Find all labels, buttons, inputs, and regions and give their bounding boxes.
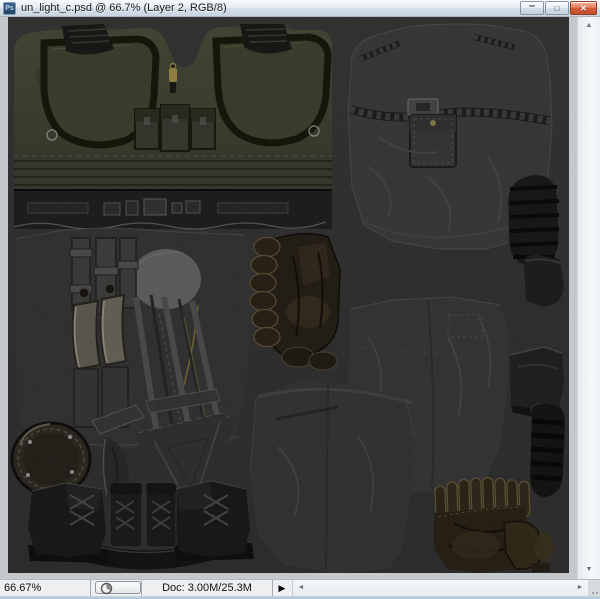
window-title: un_light_c.psd @ 66.7% (Layer 2, RGB/8) [21,2,227,14]
maximize-icon: □ [554,4,560,13]
texture-atlas-image [8,17,569,573]
close-button[interactable]: ✕ [570,1,597,15]
minimize-button[interactable]: – [520,1,544,15]
document-status-icon [100,582,113,595]
texture-grain-overlay [8,17,569,573]
scroll-left-icon[interactable]: ◄ [294,580,308,596]
document-canvas[interactable] [8,17,569,573]
document-status-button[interactable] [95,581,141,595]
vertical-scrollbar[interactable]: ▲ ▼ [577,17,600,579]
scroll-up-icon[interactable]: ▲ [578,20,600,32]
statusbar-divider [90,580,91,596]
scroll-right-icon[interactable]: ► [573,580,587,596]
resize-grip[interactable] [588,580,600,596]
zoom-level-field[interactable]: 66.67% [0,580,90,596]
statusbar-menu-button[interactable]: ▶ [274,580,290,596]
window-controls: – □ ✕ [520,1,597,15]
doc-size-field: Doc: 3.00M/25.3M [162,582,252,594]
photoshop-document-window: Ps un_light_c.psd @ 66.7% (Layer 2, RGB/… [0,0,600,599]
statusbar: 66.67% Doc: 3.00M/25.3M ▶ ◄ ► [0,579,600,596]
minimize-icon: – [528,0,536,12]
photoshop-file-icon: Ps [3,2,16,15]
window-titlebar[interactable]: Ps un_light_c.psd @ 66.7% (Layer 2, RGB/… [0,0,600,17]
maximize-button[interactable]: □ [545,1,569,15]
scroll-down-icon[interactable]: ▼ [578,564,600,576]
close-icon: ✕ [580,4,587,13]
statusbar-divider [272,580,273,596]
horizontal-scrollbar[interactable]: ◄ ► [292,580,588,596]
